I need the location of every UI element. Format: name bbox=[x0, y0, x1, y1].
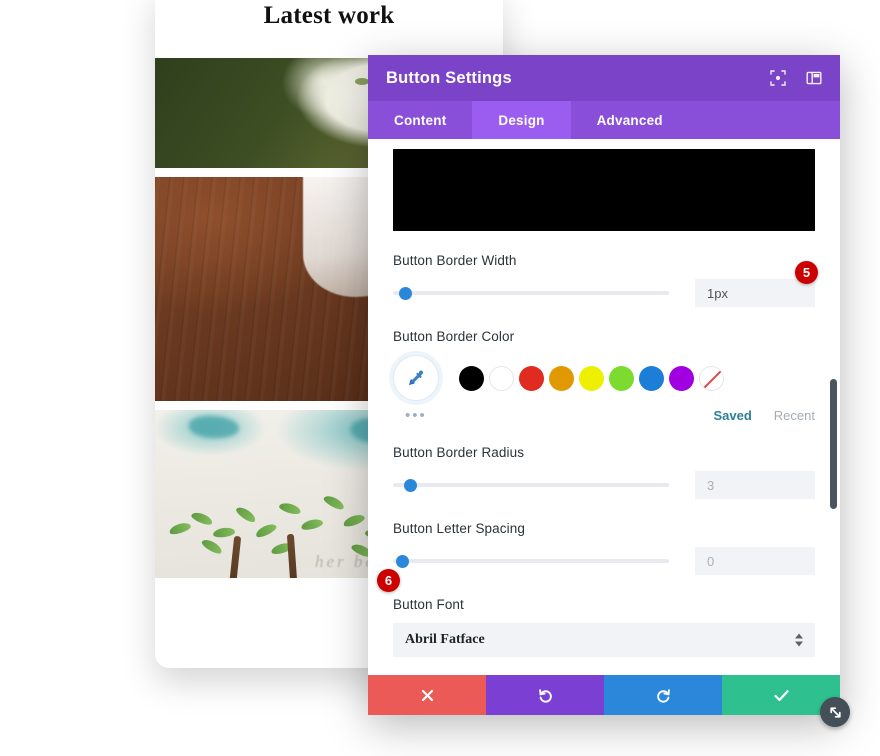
slider-track bbox=[393, 291, 669, 295]
swatch-purple[interactable] bbox=[669, 365, 694, 391]
focus-icon[interactable] bbox=[770, 70, 786, 86]
color-picker-footer: ••• Saved Recent bbox=[368, 408, 840, 423]
field-button-border-color: Button Border Color bbox=[368, 329, 840, 401]
cancel-button[interactable] bbox=[368, 675, 486, 715]
border-radius-input[interactable]: 3 bbox=[695, 471, 815, 499]
swatch-orange[interactable] bbox=[549, 365, 574, 391]
modal-header-icons bbox=[770, 70, 822, 86]
leaf bbox=[278, 501, 302, 516]
slider-track bbox=[393, 559, 669, 563]
modal-tabs: Content Design Advanced bbox=[368, 101, 840, 139]
swatch-yellow[interactable] bbox=[579, 365, 604, 391]
tab-design[interactable]: Design bbox=[472, 101, 571, 139]
tab-content[interactable]: Content bbox=[368, 101, 472, 139]
swatch-red[interactable] bbox=[519, 365, 544, 391]
modal-footer bbox=[368, 675, 840, 715]
stem bbox=[286, 533, 299, 578]
slider-thumb[interactable] bbox=[404, 479, 418, 492]
page-title: Latest work bbox=[263, 2, 395, 29]
swatch-white[interactable] bbox=[489, 365, 514, 391]
field-button-border-radius: Button Border Radius 3 bbox=[368, 445, 840, 499]
modal-header: Button Settings bbox=[368, 55, 840, 101]
leaf bbox=[322, 493, 346, 512]
border-radius-value: 3 bbox=[707, 477, 715, 493]
slider-thumb[interactable] bbox=[398, 287, 412, 300]
settings-scrollbar[interactable] bbox=[830, 379, 837, 509]
field-label: Button Border Radius bbox=[393, 445, 525, 460]
slider-thumb[interactable] bbox=[395, 555, 409, 568]
swatch-green[interactable] bbox=[609, 365, 634, 391]
field-button-border-width: Button Border Width 1px bbox=[368, 253, 840, 307]
field-button-font: Button Font Abril Fatface bbox=[368, 597, 840, 657]
button-font-value: Abril Fatface bbox=[405, 632, 485, 647]
chevron-updown-icon bbox=[795, 633, 803, 647]
settings-scroll-area: Button Border Width 1px Button Border Co… bbox=[368, 149, 840, 675]
leaf bbox=[254, 521, 278, 540]
leaf bbox=[200, 537, 224, 556]
letter-spacing-input[interactable]: 0 bbox=[695, 547, 815, 575]
step-badge-6: 6 bbox=[377, 569, 400, 592]
undo-button[interactable] bbox=[486, 675, 604, 715]
field-label: Button Border Width bbox=[393, 253, 517, 268]
field-label: Button Font bbox=[393, 597, 464, 612]
resize-handle-icon[interactable] bbox=[820, 697, 850, 727]
border-width-value: 1px bbox=[707, 285, 728, 301]
leaf bbox=[190, 510, 214, 527]
layout-columns-icon[interactable] bbox=[806, 70, 822, 86]
button-settings-modal: Button Settings Content Design Advanced … bbox=[368, 55, 850, 727]
step-badge-5: 5 bbox=[795, 261, 818, 284]
letter-spacing-value: 0 bbox=[707, 553, 715, 569]
color-swatches bbox=[459, 365, 724, 391]
swatch-black[interactable] bbox=[459, 365, 484, 391]
swatch-blue[interactable] bbox=[639, 365, 664, 391]
teal-accent bbox=[189, 416, 239, 438]
slider-row: 0 bbox=[393, 547, 815, 575]
border-width-slider[interactable] bbox=[393, 286, 669, 300]
leaf-accent bbox=[355, 78, 369, 85]
tab-advanced[interactable]: Advanced bbox=[571, 101, 689, 139]
tab-saved-colors[interactable]: Saved bbox=[713, 408, 751, 423]
color-swatch-row bbox=[393, 355, 815, 401]
letter-spacing-slider[interactable] bbox=[393, 554, 669, 568]
modal-title: Button Settings bbox=[386, 68, 512, 87]
swatch-none[interactable] bbox=[699, 365, 724, 391]
leaf bbox=[300, 517, 324, 532]
border-radius-slider[interactable] bbox=[393, 478, 669, 492]
field-label: Button Letter Spacing bbox=[393, 521, 525, 536]
button-preview bbox=[393, 149, 815, 231]
screen: Latest work her Button Settings Content … bbox=[0, 0, 880, 756]
border-width-input[interactable]: 1px bbox=[695, 279, 815, 307]
tab-recent-colors[interactable]: Recent bbox=[774, 408, 815, 423]
redo-button[interactable] bbox=[604, 675, 722, 715]
eyedropper-icon[interactable] bbox=[393, 355, 439, 401]
stem bbox=[227, 535, 242, 578]
slider-row: 1px bbox=[393, 279, 815, 307]
modal-body: Button Border Width 1px Button Border Co… bbox=[368, 139, 840, 675]
more-options-icon[interactable]: ••• bbox=[393, 408, 427, 423]
field-label: Button Border Color bbox=[393, 329, 515, 344]
field-button-letter-spacing: Button Letter Spacing 0 bbox=[368, 521, 840, 575]
leaf bbox=[234, 504, 258, 525]
leaf bbox=[212, 526, 236, 539]
button-font-select[interactable]: Abril Fatface bbox=[393, 623, 815, 657]
slider-row: 3 bbox=[393, 471, 815, 499]
slider-track bbox=[393, 483, 669, 487]
leaf bbox=[342, 512, 366, 529]
color-picker-tabs: Saved Recent bbox=[713, 408, 815, 423]
leaf bbox=[168, 520, 192, 537]
